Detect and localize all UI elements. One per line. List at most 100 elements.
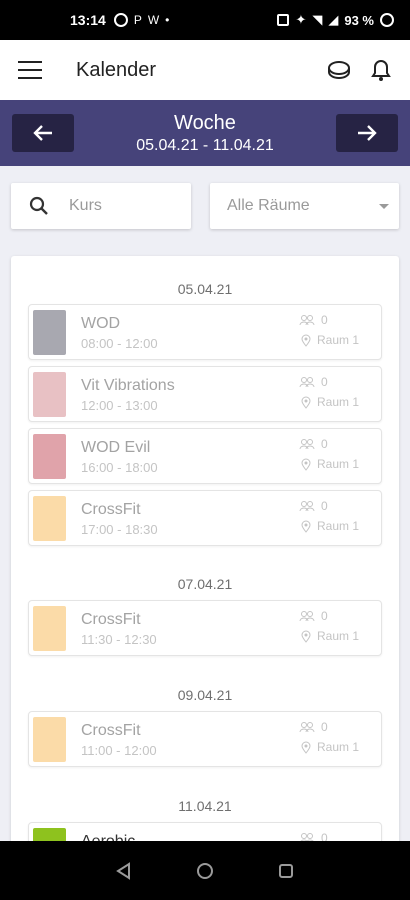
- event-time: 12:00 - 13:00: [81, 398, 158, 413]
- signal-icon: ◢: [328, 12, 339, 27]
- room-select[interactable]: Alle Räume: [210, 183, 399, 229]
- bell-icon[interactable]: [370, 58, 392, 82]
- participant-count: 0: [299, 313, 328, 327]
- event-color-bar: [33, 717, 66, 762]
- page-title: Kalender: [76, 58, 157, 81]
- event-card[interactable]: CrossFit 11:00 - 12:00 0 Raum 1: [28, 711, 382, 767]
- system-icons: ✦ ◥ ◢ 93 %: [277, 12, 394, 28]
- course-search-input[interactable]: Kurs: [11, 183, 191, 229]
- group-icon: [299, 722, 315, 733]
- event-color-bar: [33, 310, 66, 355]
- event-room: Raum 1: [301, 519, 359, 533]
- participant-count-value: 0: [321, 499, 328, 513]
- notification-icons: P W •: [113, 13, 170, 27]
- event-name: CrossFit: [81, 722, 141, 739]
- event-name: CrossFit: [81, 501, 141, 518]
- participant-count: 0: [299, 375, 328, 389]
- day-header: 07.04.21: [177, 576, 233, 592]
- status-bar: 13:14 P W • ✦ ◥ ◢ 93 %: [0, 0, 410, 40]
- day-header: 09.04.21: [177, 687, 233, 703]
- event-color-bar: [33, 828, 66, 841]
- home-icon[interactable]: [195, 861, 215, 881]
- event-card[interactable]: CrossFit 17:00 - 18:30 0 Raum 1: [28, 490, 382, 546]
- status-time: 13:14: [70, 12, 106, 28]
- participant-count: 0: [299, 831, 328, 841]
- week-navigation: Woche 05.04.21 - 11.04.21: [0, 100, 410, 166]
- location-pin-icon: [301, 334, 311, 347]
- location-pin-icon: [301, 458, 311, 471]
- week-label: Woche 05.04.21 - 11.04.21: [136, 112, 274, 155]
- event-color-bar: [33, 606, 66, 651]
- group-icon: [299, 315, 315, 326]
- filter-bar: Kurs Alle Räume: [11, 183, 399, 229]
- system-navigation-bar: [0, 841, 410, 900]
- event-card[interactable]: WOD Evil 16:00 - 18:00 0 Raum 1: [28, 428, 382, 484]
- event-time: 11:00 - 12:00: [81, 743, 157, 758]
- event-room-label: Raum 1: [317, 519, 360, 533]
- group-icon: [299, 377, 315, 388]
- app-bar: Kalender: [0, 40, 410, 100]
- week-title: Woche: [174, 111, 236, 134]
- event-room-label: Raum 1: [317, 395, 360, 409]
- location-pin-icon: [301, 741, 311, 754]
- group-icon: [299, 611, 315, 622]
- arrow-right-icon: [358, 125, 377, 141]
- day-header: 11.04.21: [178, 798, 232, 814]
- menu-icon[interactable]: [18, 61, 42, 79]
- participant-count-value: 0: [321, 437, 328, 451]
- event-room-label: Raum 1: [317, 457, 360, 471]
- event-name: CrossFit: [81, 611, 141, 628]
- group-icon: [299, 501, 315, 512]
- calendar-content: Kurs Alle Räume 05.04.21 WOD 08:00 - 12:…: [0, 166, 410, 841]
- more-notifications-icon: •: [165, 13, 170, 27]
- previous-week-button[interactable]: [12, 114, 74, 152]
- event-room: Raum 1: [301, 740, 359, 754]
- back-icon[interactable]: [115, 861, 133, 880]
- event-room: Raum 1: [301, 629, 359, 643]
- event-time: 11:30 - 12:30: [81, 632, 157, 647]
- event-card[interactable]: Vit Vibrations 12:00 - 13:00 0 Raum 1: [28, 366, 382, 422]
- location-pin-icon: [301, 520, 311, 533]
- coins-icon[interactable]: [326, 59, 352, 81]
- next-week-button[interactable]: [336, 114, 398, 152]
- participant-count-value: 0: [321, 831, 328, 841]
- location-pin-icon: [301, 630, 311, 643]
- participant-count: 0: [299, 499, 328, 513]
- group-icon: [300, 833, 314, 841]
- participant-count: 0: [299, 437, 328, 451]
- event-card[interactable]: CrossFit 11:30 - 12:30 0 Raum 1: [28, 600, 382, 656]
- event-color-bar: [33, 496, 66, 541]
- event-color-bar: [33, 372, 66, 417]
- room-select-value: Alle Räume: [227, 197, 310, 214]
- vibrate-icon: ✦: [295, 12, 307, 27]
- app-notification-icon-3: W: [147, 13, 160, 27]
- battery-text: 93 %: [344, 12, 374, 28]
- wifi-icon: ◥: [312, 12, 323, 27]
- event-card[interactable]: Aerobic 0: [28, 822, 382, 841]
- event-name: WOD: [81, 315, 121, 332]
- event-room-label: Raum 1: [317, 740, 360, 754]
- participant-count-value: 0: [321, 375, 328, 389]
- day-header: 05.04.21: [177, 281, 233, 297]
- event-name: Vit Vibrations: [81, 377, 175, 394]
- participant-count-value: 0: [321, 313, 328, 327]
- nfc-icon: [277, 14, 290, 26]
- participant-count-value: 0: [321, 609, 328, 623]
- location-pin-icon: [301, 396, 311, 409]
- event-room: Raum 1: [301, 395, 359, 409]
- search-icon: [29, 196, 48, 215]
- battery-icon: [380, 13, 394, 27]
- participant-count: 0: [299, 609, 328, 623]
- event-room-label: Raum 1: [317, 629, 360, 643]
- event-name: Aerobic: [81, 833, 135, 841]
- event-list: 05.04.21 WOD 08:00 - 12:00 0 Raum 1 Vit …: [11, 256, 399, 841]
- event-time: 17:00 - 18:30: [81, 522, 158, 537]
- event-time: 08:00 - 12:00: [81, 336, 158, 351]
- week-range: 05.04.21 - 11.04.21: [136, 136, 274, 154]
- arrow-left-icon: [33, 125, 52, 141]
- recents-icon[interactable]: [277, 862, 295, 880]
- group-icon: [299, 439, 315, 450]
- search-placeholder: Kurs: [69, 197, 102, 214]
- app-notification-icon-2: P: [133, 13, 142, 27]
- event-card[interactable]: WOD 08:00 - 12:00 0 Raum 1: [28, 304, 382, 360]
